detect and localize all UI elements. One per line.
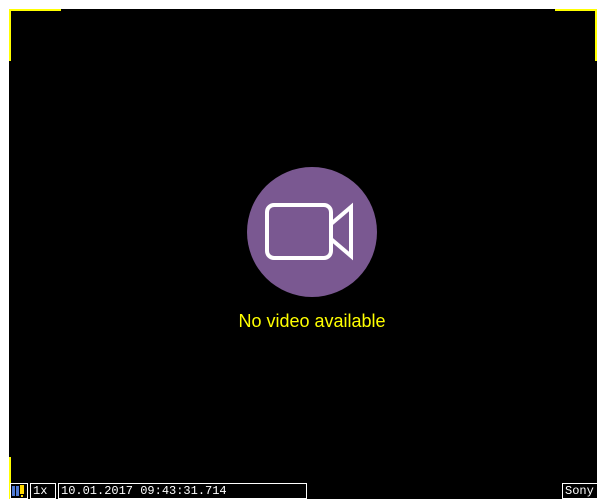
frame-marker-top-left [9,9,61,11]
frame-marker-top-right [555,9,597,11]
playback-speed[interactable]: 1x [30,483,56,499]
no-video-message: No video available [238,311,386,331]
stream-status-icon[interactable] [10,483,28,499]
status-bar: 1x 10.01.2017 09:43:31.714 Sony [9,481,597,499]
video-viewer[interactable]: No video available 1x 10.01.2017 09:43:3… [9,9,597,499]
frame-marker-top-left-vertical [9,9,11,61]
video-camera-icon [247,167,377,297]
frame-marker-top-right-vertical [595,9,597,61]
timestamp-display: 10.01.2017 09:43:31.714 [58,483,307,499]
camera-name: Sony [562,483,597,499]
